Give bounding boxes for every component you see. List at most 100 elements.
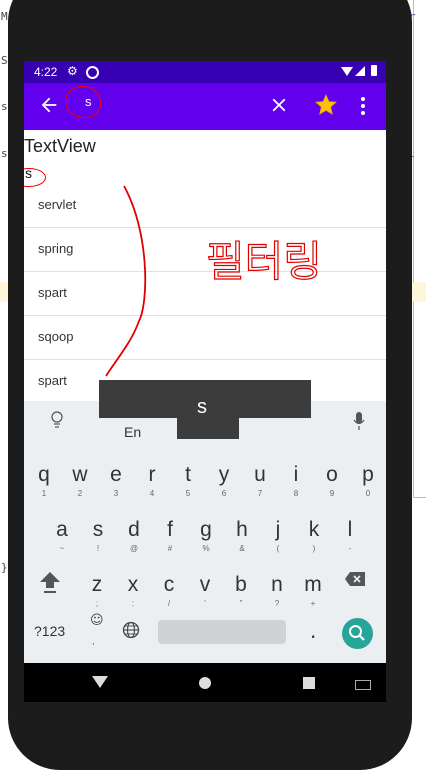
- annotation-circle-search: [65, 86, 101, 118]
- search-icon: [349, 625, 365, 641]
- key-char: s: [92, 518, 104, 541]
- key-e[interactable]: e3: [98, 457, 134, 507]
- key-char: l: [347, 518, 353, 541]
- key-r[interactable]: r4: [134, 457, 170, 507]
- key-alt-char: 5: [185, 489, 191, 498]
- key-alt-char: 2: [77, 489, 83, 498]
- key-m[interactable]: m +: [295, 567, 331, 617]
- shift-icon[interactable]: [38, 568, 62, 596]
- language-indicator: En: [124, 424, 142, 440]
- key-y[interactable]: y6: [206, 457, 242, 507]
- period-key[interactable]: .: [310, 619, 316, 643]
- search-input[interactable]: s: [85, 94, 92, 109]
- key-alt-char: ': [204, 599, 206, 608]
- key-alt-char: ?: [274, 599, 280, 608]
- close-icon[interactable]: [268, 94, 290, 116]
- ide-fragment: s: [1, 147, 8, 160]
- key-z[interactable]: z;: [79, 567, 115, 617]
- nav-home-icon[interactable]: [199, 677, 211, 689]
- key-char: k: [308, 518, 320, 541]
- nav-back-icon[interactable]: [92, 676, 108, 688]
- key-char: y: [218, 463, 230, 486]
- comma-hint: ,: [92, 637, 95, 647]
- emoji-icon[interactable]: ☺: [90, 613, 104, 628]
- key-char: x: [127, 573, 139, 596]
- key-alt-char: 6: [221, 489, 227, 498]
- key-h[interactable]: h &: [224, 512, 260, 562]
- list-item-label: spart: [38, 285, 67, 300]
- key-l[interactable]: l-: [332, 512, 368, 562]
- key-x[interactable]: x:: [115, 567, 151, 617]
- key-char: g: [200, 518, 212, 541]
- settings-gear-icon: ⚙: [67, 64, 78, 78]
- key-char: a: [56, 518, 68, 541]
- key-alt-char: 9: [329, 489, 335, 498]
- search-enter-button[interactable]: [342, 618, 373, 649]
- space-bar[interactable]: [158, 620, 286, 644]
- app-toolbar: s: [24, 83, 386, 130]
- more-options-icon[interactable]: [360, 95, 366, 115]
- device-screen: 4:22 ⚙ s TextView s servlet spring spart…: [24, 61, 386, 702]
- key-alt-char: ): [312, 544, 316, 553]
- key-alt-char: @: [129, 544, 139, 553]
- key-c[interactable]: c /: [151, 567, 187, 617]
- key-n[interactable]: n?: [259, 567, 295, 617]
- key-o[interactable]: o9: [314, 457, 350, 507]
- key-s[interactable]: s!: [80, 512, 116, 562]
- ide-fragment: M: [1, 10, 8, 23]
- key-char: n: [271, 573, 283, 596]
- key-b[interactable]: b ": [223, 567, 259, 617]
- key-t[interactable]: t5: [170, 457, 206, 507]
- key-char: p: [362, 463, 374, 486]
- cell-signal-icon: [355, 66, 365, 76]
- key-char: v: [199, 573, 211, 596]
- key-alt-char: %: [202, 544, 210, 553]
- list-item-label: sqoop: [38, 329, 74, 344]
- key-d[interactable]: d @: [116, 512, 152, 562]
- key-char: d: [128, 518, 140, 541]
- list-item[interactable]: spring: [24, 228, 386, 272]
- lightbulb-icon[interactable]: [50, 411, 64, 429]
- key-char: z: [91, 573, 103, 596]
- key-alt-char: (: [276, 544, 280, 553]
- ide-fragment: S: [1, 54, 8, 67]
- key-alt-char: 4: [149, 489, 155, 498]
- list-item[interactable]: spart: [24, 272, 386, 316]
- key-char: f: [167, 518, 173, 541]
- ide-fragment: s: [1, 100, 8, 113]
- key-p[interactable]: p0: [350, 457, 386, 507]
- textview-title: TextView: [24, 136, 96, 156]
- nav-recents-icon[interactable]: [303, 677, 315, 689]
- microphone-icon[interactable]: [353, 411, 365, 431]
- backspace-icon[interactable]: [344, 569, 366, 589]
- key-char: w: [72, 463, 88, 486]
- list-item[interactable]: servlet: [24, 184, 386, 228]
- key-f[interactable]: f #: [152, 512, 188, 562]
- key-alt-char: 7: [257, 489, 263, 498]
- star-icon[interactable]: [314, 93, 338, 117]
- key-w[interactable]: w2: [62, 457, 98, 507]
- key-v[interactable]: v ': [187, 567, 223, 617]
- popup-edge-right: [239, 418, 311, 439]
- symbols-key[interactable]: ?123: [34, 623, 65, 639]
- list-item[interactable]: sqoop: [24, 316, 386, 360]
- key-char: h: [236, 518, 248, 541]
- key-char: c: [163, 573, 175, 596]
- key-g[interactable]: g%: [188, 512, 224, 562]
- key-alt-char: ~: [59, 544, 65, 553]
- key-alt-char: :: [131, 599, 135, 608]
- key-a[interactable]: a ~: [44, 512, 80, 562]
- key-i[interactable]: i8: [278, 457, 314, 507]
- key-char: i: [293, 463, 299, 486]
- back-arrow-icon[interactable]: [38, 93, 60, 117]
- key-k[interactable]: k): [296, 512, 332, 562]
- key-char: r: [148, 463, 156, 486]
- key-j[interactable]: j(: [260, 512, 296, 562]
- key-u[interactable]: u7: [242, 457, 278, 507]
- key-q[interactable]: q1: [26, 457, 62, 507]
- key-alt-char: -: [348, 544, 352, 553]
- globe-icon[interactable]: [122, 621, 140, 639]
- key-alt-char: ": [239, 599, 243, 608]
- key-alt-char: 1: [41, 489, 47, 498]
- keyboard-switch-icon[interactable]: [355, 680, 371, 690]
